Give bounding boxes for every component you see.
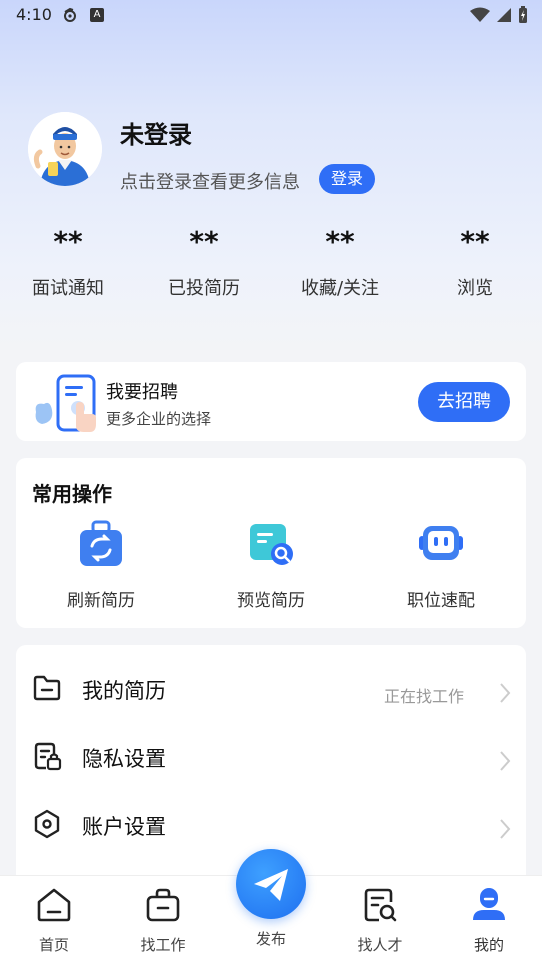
status-indicators: [470, 6, 528, 24]
nav-home[interactable]: 首页: [14, 886, 94, 955]
stat-favorites[interactable]: ** 收藏/关注: [285, 222, 395, 300]
briefcase-icon: [146, 888, 180, 922]
job-match-button[interactable]: 职位速配: [356, 520, 526, 611]
op-label: 预览简历: [237, 591, 305, 611]
status-bar: 4:10 A: [0, 0, 542, 32]
recruit-title: 我要招聘: [106, 382, 178, 403]
sync-icon: [64, 7, 76, 22]
avatar[interactable]: [28, 112, 102, 186]
stat-value: **: [325, 225, 355, 258]
recruit-banner[interactable]: 我要招聘 更多企业的选择 去招聘: [16, 362, 526, 441]
refresh-bag-icon: [80, 520, 122, 566]
stat-label: 已投简历: [168, 278, 240, 299]
stat-label: 面试通知: [32, 278, 104, 299]
nav-find-talent[interactable]: 找人才: [340, 886, 420, 955]
privacy-lock-icon: [34, 742, 62, 771]
go-recruit-button[interactable]: 去招聘: [418, 382, 510, 422]
nav-find-job[interactable]: 找工作: [123, 886, 203, 955]
paper-plane-icon: [254, 869, 288, 901]
menu-label: 我的简历: [82, 679, 166, 703]
user-name[interactable]: 未登录: [120, 115, 192, 150]
hexagon-settings-icon: [34, 809, 60, 839]
stat-submitted-resumes[interactable]: ** 已投简历: [149, 222, 259, 300]
login-button[interactable]: 登录: [319, 164, 375, 194]
publish-button[interactable]: [236, 849, 306, 919]
menu-label: 账户设置: [82, 815, 166, 839]
folder-icon: [33, 675, 61, 701]
home-icon: [37, 888, 71, 922]
search-resume-icon: [364, 888, 397, 922]
op-label: 职位速配: [407, 591, 475, 611]
login-hint[interactable]: 点击登录查看更多信息: [120, 168, 300, 194]
stat-value: **: [189, 225, 219, 258]
nav-label: 找人才: [357, 936, 403, 954]
publish-label: 发布: [255, 930, 286, 948]
nav-mine[interactable]: 我的: [449, 886, 529, 955]
menu-item-account-settings[interactable]: 账户设置: [16, 789, 526, 857]
nav-label: 我的: [473, 936, 504, 954]
avatar-illustration-icon: [28, 112, 102, 186]
recruit-phone-icon: [35, 374, 96, 432]
status-time: 4:10: [16, 5, 52, 24]
battery-icon: [519, 6, 527, 23]
preview-resume-icon: [250, 524, 293, 565]
recruit-subtitle: 更多企业的选择: [106, 410, 212, 428]
stat-views[interactable]: ** 浏览: [420, 222, 530, 300]
stat-interview-notices[interactable]: ** 面试通知: [13, 222, 123, 300]
op-label: 刷新简历: [67, 591, 135, 611]
nav-label: 首页: [38, 936, 69, 954]
stat-label: 浏览: [457, 278, 493, 299]
refresh-resume-button[interactable]: 刷新简历: [16, 520, 186, 611]
menu-item-my-resume[interactable]: 我的简历 正在找工作: [16, 653, 526, 721]
menu-label: 隐私设置: [82, 747, 166, 771]
nav-label: 找工作: [140, 936, 186, 954]
section-title: 常用操作: [32, 482, 112, 506]
signal-icon: [497, 8, 511, 22]
profile-icon: [473, 888, 505, 920]
stat-value: **: [460, 225, 490, 258]
chevron-right-icon: [500, 751, 511, 771]
wifi-icon: [470, 7, 490, 22]
app-notification-icon: A: [90, 8, 104, 22]
robot-icon: [419, 526, 463, 560]
stat-value: **: [53, 225, 83, 258]
stat-label: 收藏/关注: [300, 278, 380, 299]
job-status-value: 正在找工作: [383, 687, 464, 706]
preview-resume-button[interactable]: 预览简历: [186, 520, 356, 611]
common-operations-card: 常用操作 刷新简历 预览简历 职位速配: [16, 458, 526, 628]
menu-item-privacy-settings[interactable]: 隐私设置: [16, 721, 526, 789]
chevron-right-icon: [500, 683, 511, 703]
chevron-right-icon: [500, 819, 511, 839]
